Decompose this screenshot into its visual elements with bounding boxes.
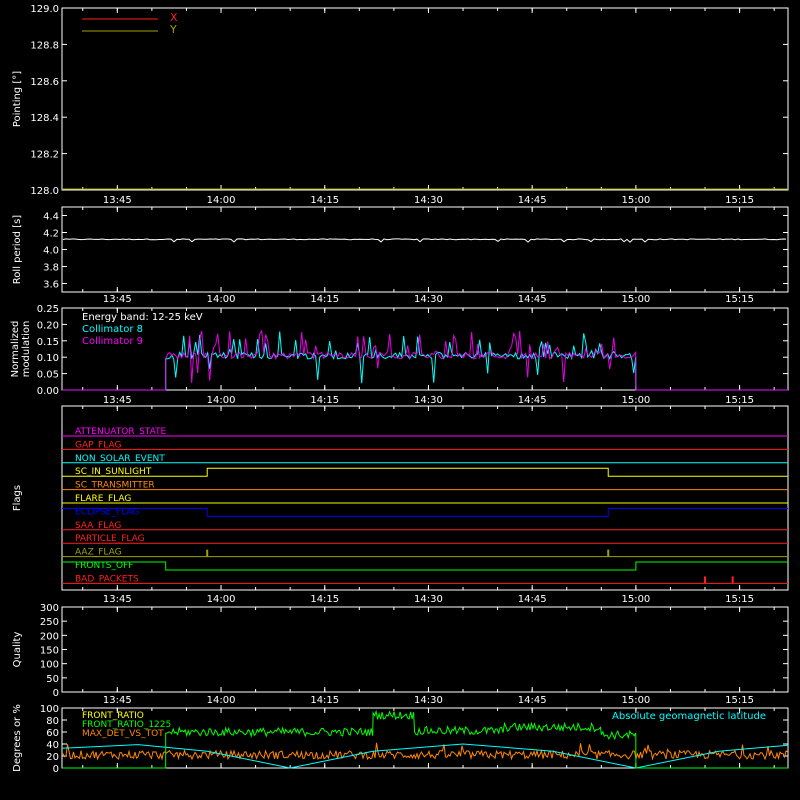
geomagnetic-latitude-label: Absolute geomagnetic latitude: [612, 711, 766, 722]
y-tick-label: 0: [53, 688, 59, 699]
x-tick-label: 15:00: [621, 395, 650, 406]
y-tick-label: 0: [53, 764, 59, 775]
y-tick-label: 40: [46, 740, 59, 751]
legend-label-collimator: Collimator 8: [82, 324, 143, 335]
x-tick-label: 15:15: [725, 294, 754, 305]
y-tick-label: 128.8: [30, 40, 59, 51]
y-tick-label: 4.2: [43, 229, 59, 240]
y-tick-label: 0.00: [37, 386, 59, 397]
y-axis-label: Roll period [s]: [12, 215, 23, 284]
energy-band-label: Energy band: 12-25 keV: [82, 312, 203, 323]
y-tick-label: 129.0: [30, 4, 59, 15]
x-tick-label: 13:45: [103, 594, 132, 605]
x-tick-label: 15:15: [725, 195, 754, 206]
legend-label-y: Y: [169, 23, 177, 36]
y-tick-label: 80: [46, 716, 59, 727]
y-tick-label: 128.2: [30, 150, 59, 161]
y-tick-label: 128.6: [30, 77, 59, 88]
y-tick-label: 0.10: [37, 353, 59, 364]
x-tick-label: 15:00: [621, 594, 650, 605]
x-tick-label: 13:45: [103, 294, 132, 305]
flag-label: ECLIPSE_FLAG: [75, 507, 139, 517]
x-tick-label: 15:15: [725, 594, 754, 605]
x-tick-label: 14:45: [518, 594, 547, 605]
x-tick-label: 15:00: [621, 695, 650, 706]
x-tick-label: 14:00: [207, 195, 236, 206]
y-tick-label: 50: [46, 674, 59, 685]
y-tick-label: 0.05: [37, 370, 59, 381]
y-tick-label: 150: [40, 646, 59, 657]
y-axis-label: Normalizedmodulation: [10, 321, 32, 378]
x-tick-label: 15:00: [621, 294, 650, 305]
legend-label-collimator: Collimator 9: [82, 336, 143, 347]
x-tick-label: 14:30: [414, 195, 443, 206]
x-tick-label: 14:45: [518, 294, 547, 305]
x-tick-label: 14:15: [310, 395, 339, 406]
y-axis-label: Quality: [12, 632, 23, 668]
x-tick-label: 14:00: [207, 695, 236, 706]
y-tick-label: 100: [40, 660, 59, 671]
x-tick-label: 14:30: [414, 395, 443, 406]
y-axis-label: Degrees or %: [12, 704, 23, 772]
y-tick-label: 20: [46, 752, 59, 763]
x-tick-label: 14:15: [310, 594, 339, 605]
y-tick-label: 100: [40, 704, 59, 715]
y-tick-label: 0.20: [37, 320, 59, 331]
x-tick-label: 14:30: [414, 294, 443, 305]
x-tick-label: 15:00: [621, 195, 650, 206]
y-tick-label: 128.0: [30, 186, 59, 197]
x-tick-label: 14:15: [310, 294, 339, 305]
y-axis-label-line: Normalized: [10, 321, 21, 378]
x-tick-label: 14:30: [414, 695, 443, 706]
x-tick-label: 14:15: [310, 695, 339, 706]
x-tick-label: 15:15: [725, 395, 754, 406]
y-tick-label: 300: [40, 603, 59, 614]
stix-quicklook-plot: 13:45 14:00 14:15 14:30 14:45 15:00 15:15 128.0…: [0, 0, 800, 800]
y-axis-label: Flags: [12, 485, 23, 511]
y-tick-label: 3.8: [43, 263, 59, 274]
y-tick-label: 4.0: [43, 246, 59, 257]
y-axis-label: Pointing [°]: [12, 71, 23, 127]
x-tick-label: 13:45: [103, 695, 132, 706]
y-tick-label: 128.4: [30, 113, 59, 124]
x-tick-label: 13:45: [103, 395, 132, 406]
x-tick-label: 14:00: [207, 395, 236, 406]
y-tick-label: 200: [40, 631, 59, 642]
x-tick-label: 14:30: [414, 594, 443, 605]
y-tick-label: 0.25: [37, 304, 59, 315]
x-tick-label: 14:00: [207, 294, 236, 305]
x-tick-label: 14:15: [310, 195, 339, 206]
legend-label-ratio: MAX_DET_VS_TOT: [82, 729, 164, 739]
x-tick-label: 14:45: [518, 395, 547, 406]
y-tick-label: 3.6: [43, 280, 59, 291]
y-tick-label: 0.15: [37, 337, 59, 348]
x-tick-label: 13:45: [103, 195, 132, 206]
y-tick-label: 4.4: [43, 212, 59, 223]
y-tick-label: 60: [46, 728, 59, 739]
x-tick-label: 14:45: [518, 195, 547, 206]
y-axis-label-line: modulation: [21, 321, 32, 378]
y-tick-label: 250: [40, 617, 59, 628]
x-tick-label: 14:45: [518, 695, 547, 706]
x-tick-label: 14:00: [207, 594, 236, 605]
x-tick-label: 15:15: [725, 695, 754, 706]
